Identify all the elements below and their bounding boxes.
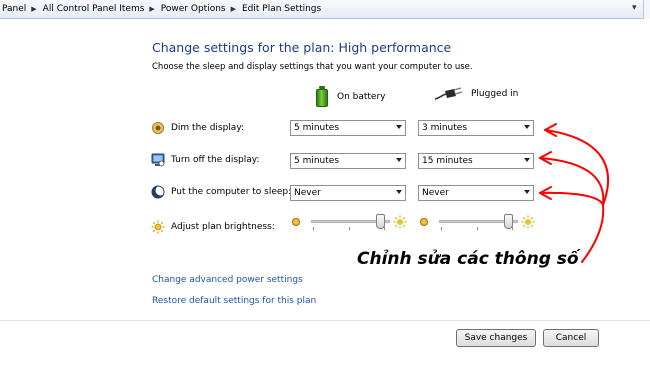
address-bar: Panel ▶ All Control Panel Items ▶ Power … bbox=[0, 0, 650, 19]
chevron-down-icon bbox=[396, 125, 402, 129]
footer-divider bbox=[0, 320, 650, 321]
slider-thumb[interactable] bbox=[376, 214, 385, 229]
column-label-plugged: Plugged in bbox=[471, 89, 519, 99]
restore-defaults-link[interactable]: Restore default settings for this plan bbox=[152, 296, 316, 306]
power-plug-icon bbox=[434, 87, 463, 100]
slider-tick bbox=[477, 227, 478, 230]
slider-tick bbox=[441, 227, 442, 230]
dim-display-icon bbox=[152, 122, 164, 134]
chevron-down-icon bbox=[524, 190, 530, 194]
turn-off-display-label: Turn off the display: bbox=[171, 155, 260, 165]
select-value: Never bbox=[294, 188, 321, 198]
cancel-button[interactable]: Cancel bbox=[543, 329, 599, 347]
dim-display-label: Dim the display: bbox=[171, 123, 245, 133]
battery-icon bbox=[316, 86, 328, 107]
slider-tick bbox=[349, 227, 350, 230]
breadcrumb-separator-icon[interactable]: ▶ bbox=[149, 5, 154, 13]
chevron-down-icon bbox=[396, 190, 402, 194]
brightness-high-icon bbox=[521, 215, 535, 229]
breadcrumb-item-panel[interactable]: Panel bbox=[2, 4, 26, 14]
refresh-button[interactable] bbox=[643, 0, 650, 19]
dim-display-plugged-select[interactable]: 3 minutes bbox=[418, 120, 534, 136]
brightness-plugged-slider[interactable] bbox=[439, 214, 518, 232]
monitor-icon bbox=[151, 153, 165, 167]
breadcrumb-separator-icon[interactable]: ▶ bbox=[231, 5, 236, 13]
save-changes-button[interactable]: Save changes bbox=[456, 329, 536, 347]
select-value: 3 minutes bbox=[422, 123, 468, 133]
breadcrumb-item-power-options[interactable]: Power Options bbox=[161, 4, 226, 14]
breadcrumb-separator-icon[interactable]: ▶ bbox=[31, 5, 36, 13]
annotation-text: Chỉnh sửa các thông số bbox=[357, 249, 579, 269]
chevron-down-icon bbox=[524, 125, 530, 129]
chevron-down-icon bbox=[396, 158, 402, 162]
dim-display-battery-select[interactable]: 5 minutes bbox=[290, 120, 406, 136]
sleep-plugged-select[interactable]: Never bbox=[418, 185, 534, 201]
turn-off-display-battery-select[interactable]: 5 minutes bbox=[290, 153, 406, 169]
slider-tick bbox=[313, 227, 314, 230]
breadcrumb-item-all-items[interactable]: All Control Panel Items bbox=[43, 4, 145, 14]
select-value: 15 minutes bbox=[422, 156, 473, 166]
column-header-battery: On battery bbox=[316, 86, 386, 107]
turn-off-display-plugged-select[interactable]: 15 minutes bbox=[418, 153, 534, 169]
brightness-battery-slider[interactable] bbox=[311, 214, 390, 232]
sun-icon bbox=[151, 220, 165, 234]
brightness-low-icon bbox=[420, 218, 428, 226]
sleep-battery-select[interactable]: Never bbox=[290, 185, 406, 201]
brightness-low-icon bbox=[292, 218, 300, 226]
page-title: Change settings for the plan: High perfo… bbox=[152, 40, 452, 55]
page-subtitle: Choose the sleep and display settings th… bbox=[152, 62, 473, 72]
breadcrumb-item-edit-plan[interactable]: Edit Plan Settings bbox=[242, 4, 321, 14]
select-value: 5 minutes bbox=[294, 156, 340, 166]
select-value: Never bbox=[422, 188, 449, 198]
advanced-power-settings-link[interactable]: Change advanced power settings bbox=[152, 275, 303, 285]
brightness-label: Adjust plan brightness: bbox=[171, 222, 275, 232]
slider-thumb[interactable] bbox=[504, 214, 513, 229]
address-dropdown-icon[interactable]: ▾ bbox=[632, 3, 637, 13]
chevron-down-icon bbox=[524, 158, 530, 162]
column-label-battery: On battery bbox=[337, 91, 386, 102]
brightness-high-icon bbox=[393, 215, 407, 229]
sleep-label: Put the computer to sleep: bbox=[171, 187, 292, 197]
column-header-plugged: Plugged in bbox=[434, 86, 518, 102]
select-value: 5 minutes bbox=[294, 123, 340, 133]
sleep-moon-icon bbox=[151, 185, 165, 199]
breadcrumb: Panel ▶ All Control Panel Items ▶ Power … bbox=[2, 4, 321, 14]
